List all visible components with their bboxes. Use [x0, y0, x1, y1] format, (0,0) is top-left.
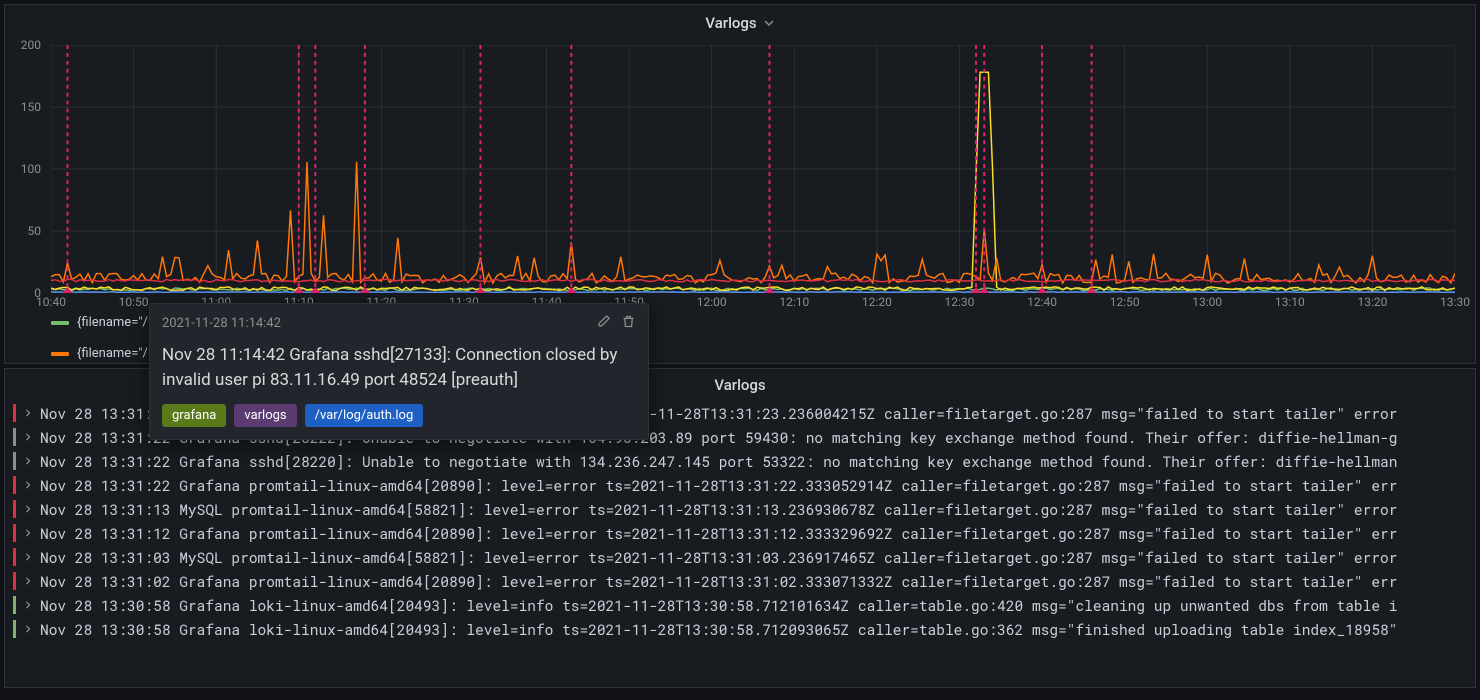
panel-title-text: Varlogs: [705, 14, 756, 32]
chevron-right-icon[interactable]: [22, 529, 34, 537]
log-level-bar: [13, 548, 16, 566]
panel-title[interactable]: Varlogs: [5, 5, 1475, 41]
x-tick: 10:50: [119, 295, 149, 309]
log-text: Nov 28 13:31:22 Grafana sshd[28220]: Una…: [40, 452, 1397, 471]
log-row[interactable]: Nov 28 13:30:58 Grafana loki-linux-amd64…: [13, 617, 1467, 641]
log-row[interactable]: Nov 28 13:31:22 Grafana promtail-linux-a…: [13, 473, 1467, 497]
log-level-bar: [13, 620, 16, 638]
tooltip-tag[interactable]: grafana: [162, 404, 226, 427]
log-text: Nov 28 13:31:12 Grafana promtail-linux-a…: [40, 524, 1397, 543]
log-row[interactable]: Nov 28 13:31:22 Grafana sshd[28220]: Una…: [13, 449, 1467, 473]
log-level-bar: [13, 428, 16, 446]
legend-item[interactable]: {filename="/: [51, 315, 148, 330]
legend-swatch: [51, 352, 69, 356]
log-level-bar: [13, 572, 16, 590]
x-tick: 12:20: [862, 295, 892, 309]
log-row[interactable]: Nov 28 13:31:13 MySQL promtail-linux-amd…: [13, 497, 1467, 521]
x-tick: 12:10: [779, 295, 809, 309]
log-text: Nov 28 13:30:58 Grafana loki-linux-amd64…: [40, 596, 1397, 615]
log-level-bar: [13, 404, 16, 422]
chevron-right-icon[interactable]: [22, 457, 34, 465]
legend-swatch: [51, 321, 69, 325]
log-row[interactable]: Nov 28 13:30:58 Grafana loki-linux-amd64…: [13, 593, 1467, 617]
chevron-down-icon: [763, 17, 775, 29]
chart-series[interactable]: [51, 72, 1455, 290]
legend-label: {filename="/: [77, 315, 148, 330]
log-level-bar: [13, 500, 16, 518]
log-row[interactable]: Nov 28 13:31:12 Grafana promtail-linux-a…: [13, 521, 1467, 545]
log-text: Nov 28 13:31:03 MySQL promtail-linux-amd…: [40, 548, 1397, 567]
tooltip-body: Nov 28 11:14:42 Grafana sshd[27133]: Con…: [162, 343, 636, 392]
x-tick: 12:50: [1110, 295, 1140, 309]
tooltip-timestamp: 2021-11-28 11:14:42: [162, 316, 281, 331]
log-text: Nov 28 13:31:13 MySQL promtail-linux-amd…: [40, 500, 1397, 519]
log-level-bar: [13, 476, 16, 494]
logs-panel-title-text: Varlogs: [714, 376, 765, 394]
chevron-right-icon[interactable]: [22, 481, 34, 489]
x-tick: 13:10: [1275, 295, 1305, 309]
log-text: Nov 28 13:31:22 Grafana promtail-linux-a…: [40, 476, 1397, 495]
x-tick: 12:00: [697, 295, 727, 309]
y-tick: 200: [21, 38, 41, 52]
chevron-right-icon[interactable]: [22, 625, 34, 633]
chart-series[interactable]: [51, 162, 1455, 283]
y-tick: 50: [28, 224, 42, 238]
tooltip-tag[interactable]: varlogs: [234, 404, 296, 427]
log-level-bar: [13, 452, 16, 470]
x-tick: 13:20: [1357, 295, 1387, 309]
x-tick: 12:30: [945, 295, 975, 309]
chart-y-axis: 050100150200: [5, 45, 47, 293]
legend-label: {filename="/: [77, 346, 148, 361]
chevron-right-icon[interactable]: [22, 601, 34, 609]
x-tick: 13:30: [1440, 295, 1470, 309]
y-tick: 100: [21, 162, 41, 176]
log-text: Nov 28 13:31:02 Grafana promtail-linux-a…: [40, 572, 1397, 591]
x-tick: 10:40: [36, 295, 66, 309]
chevron-right-icon[interactable]: [22, 505, 34, 513]
y-tick: 150: [21, 100, 41, 114]
chart-plot-area[interactable]: [51, 45, 1455, 293]
chart-series[interactable]: [51, 292, 1455, 293]
chevron-right-icon[interactable]: [22, 577, 34, 585]
log-row[interactable]: Nov 28 13:31:02 Grafana promtail-linux-a…: [13, 569, 1467, 593]
edit-icon[interactable]: [596, 314, 611, 333]
log-level-bar: [13, 596, 16, 614]
x-tick: 13:00: [1192, 295, 1222, 309]
trash-icon[interactable]: [621, 314, 636, 333]
chevron-right-icon[interactable]: [22, 433, 34, 441]
tooltip-tags: grafana varlogs/var/log/auth.log: [162, 404, 636, 427]
x-tick: 12:40: [1027, 295, 1057, 309]
annotation-tooltip: 2021-11-28 11:14:42 Nov 28 11:14:42 Graf…: [149, 303, 649, 440]
tooltip-tag[interactable]: /var/log/auth.log: [305, 404, 424, 427]
chevron-right-icon[interactable]: [22, 553, 34, 561]
log-text: Nov 28 13:30:58 Grafana loki-linux-amd64…: [40, 620, 1397, 639]
chevron-right-icon[interactable]: [22, 409, 34, 417]
log-level-bar: [13, 524, 16, 542]
legend-item[interactable]: {filename="/: [51, 346, 148, 361]
log-row[interactable]: Nov 28 13:31:03 MySQL promtail-linux-amd…: [13, 545, 1467, 569]
